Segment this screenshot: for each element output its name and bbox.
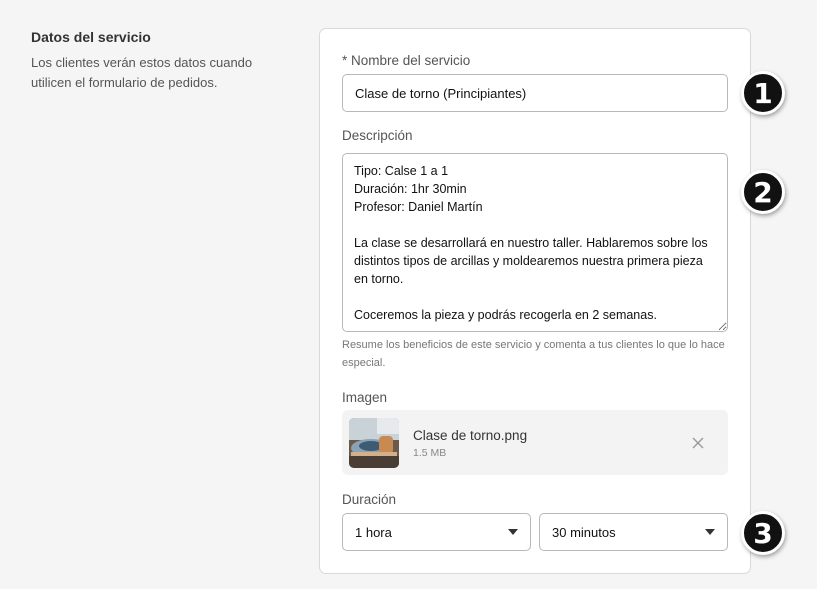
image-file-item: Clase de torno.png 1.5 MB [342,410,728,475]
image-file-size: 1.5 MB [413,447,447,459]
service-name-label: * Nombre del servicio [342,53,471,68]
description-label: Descripción [342,128,413,143]
description-helper-text: Resume los beneficios de este servicio y… [342,339,725,369]
image-file-name: Clase de torno.png [413,428,528,443]
duration-hours-select[interactable]: 1 hora [342,513,531,551]
image-thumbnail [349,418,399,468]
chevron-down-icon [705,529,715,535]
duration-hours-value: 1 hora [355,524,392,540]
service-name-input[interactable] [342,74,728,112]
image-label: Imagen [342,390,388,405]
step-badge-3: 3 [741,511,785,555]
remove-image-button[interactable] [689,434,707,452]
duration-minutes-select[interactable]: 30 minutos [539,513,728,551]
description-textarea[interactable]: Tipo: Calse 1 a 1 Duración: 1hr 30min Pr… [342,153,728,332]
section-description: Los clientes verán estos datos cuando ut… [31,55,253,90]
close-icon [692,437,704,449]
step-badge-1: 1 [741,71,785,115]
duration-label: Duración [342,492,397,507]
step-badge-2: 2 [741,170,785,214]
chevron-down-icon [508,529,518,535]
section-title: Datos del servicio [31,29,151,45]
duration-minutes-value: 30 minutos [552,524,616,540]
